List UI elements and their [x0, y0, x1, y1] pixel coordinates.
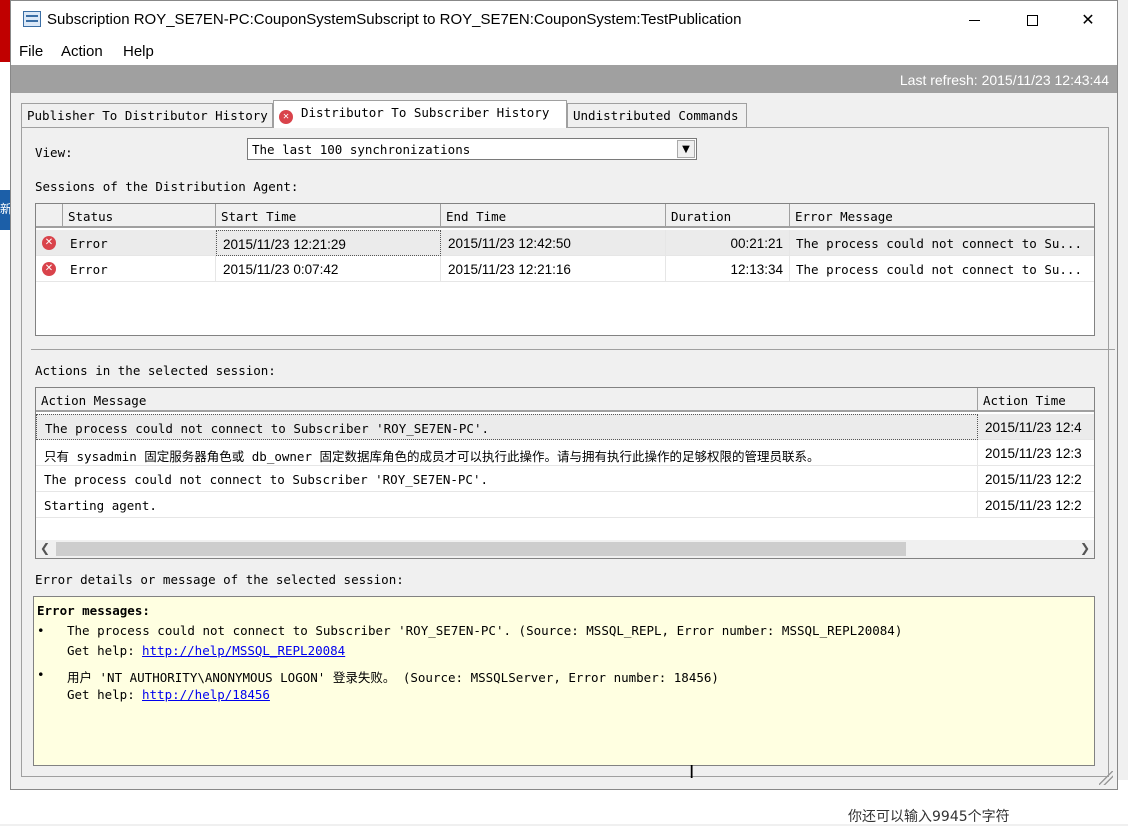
session-row-duration[interactable]: 12:13:34 [666, 256, 790, 282]
error-icon: ✕ [42, 262, 56, 276]
text-cursor-icon: I [689, 762, 695, 783]
action-row-message[interactable]: 只有 sysadmin 固定服务器角色或 db_owner 固定数据库角色的成员… [36, 440, 978, 466]
column-header-action-message[interactable]: Action Message [36, 388, 978, 412]
session-row-error-message[interactable]: The process could not connect to Su... [790, 230, 1094, 256]
help-link[interactable]: http://help/MSSQL_REPL20084 [142, 643, 345, 658]
view-label: View: [35, 145, 73, 160]
bullet: • [37, 667, 45, 682]
action-row-message[interactable]: The process could not connect to Subscri… [36, 414, 978, 440]
tab-undistributed-commands[interactable]: Undistributed Commands [567, 103, 747, 127]
maximize-button[interactable] [1009, 1, 1055, 39]
title-bar[interactable]: Subscription ROY_SE7EN-PC:CouponSystemSu… [11, 1, 1117, 39]
bullet: • [37, 623, 45, 638]
maximize-icon [1026, 15, 1038, 26]
error-icon: ✕ [42, 236, 56, 250]
session-row-error-message[interactable]: The process could not connect to Su... [790, 256, 1094, 282]
background-strip [0, 0, 10, 824]
subscription-window: Subscription ROY_SE7EN-PC:CouponSystemSu… [10, 0, 1118, 790]
close-icon: ✕ [1081, 10, 1095, 29]
view-dropdown[interactable]: The last 100 synchronizations ▼ [247, 138, 697, 160]
session-row-start-time[interactable]: 2015/11/23 0:07:42 [216, 256, 441, 282]
background-char-counter: 你还可以输入9945个字符 [848, 809, 1010, 825]
menu-help[interactable]: Help [123, 43, 154, 60]
action-row-time[interactable]: 2015/11/23 12:4 [978, 414, 1094, 440]
error-icon: ✕ [279, 110, 293, 124]
column-header-status[interactable]: Status [63, 204, 216, 228]
view-dropdown-value: The last 100 synchronizations [252, 142, 471, 157]
column-header-start-time[interactable]: Start Time [216, 204, 441, 228]
background-red-block [0, 0, 10, 62]
get-help-label: Get help: [67, 643, 135, 658]
minimize-icon [968, 20, 980, 21]
tab-publisher-to-distributor[interactable]: Publisher To Distributor History [21, 103, 273, 127]
background-blue-block: 新 [0, 190, 12, 230]
app-icon [23, 11, 41, 27]
help-link[interactable]: http://help/18456 [142, 687, 270, 702]
action-row-time[interactable]: 2015/11/23 12:3 [978, 440, 1094, 466]
column-header-indicator [36, 204, 63, 228]
session-row-duration[interactable]: 00:21:21 [666, 230, 790, 256]
tab-label: Publisher To Distributor History [27, 108, 268, 123]
error-messages-heading: Error messages: [37, 603, 150, 618]
action-row-message[interactable]: Starting agent. [36, 492, 978, 518]
scrollbar-thumb[interactable] [56, 542, 906, 556]
tab-distributor-to-subscriber[interactable]: ✕ Distributor To Subscriber History [273, 100, 567, 128]
action-row-message[interactable]: The process could not connect to Subscri… [36, 466, 978, 492]
session-row-end-time[interactable]: 2015/11/23 12:42:50 [441, 230, 666, 256]
details-label: Error details or message of the selected… [35, 572, 404, 587]
scroll-left-icon[interactable]: ❮ [40, 541, 50, 555]
column-header-action-time[interactable]: Action Time [978, 388, 1094, 412]
sessions-grid: Status Start Time End Time Duration Erro… [35, 203, 1095, 336]
last-refresh-text: Last refresh: 2015/11/23 12:43:44 [899, 72, 1109, 88]
dropdown-arrow-icon[interactable]: ▼ [677, 140, 695, 158]
refresh-bar: Last refresh: 2015/11/23 12:43:44 [11, 65, 1117, 93]
column-header-error-message[interactable]: Error Message [790, 204, 1094, 228]
column-header-end-time[interactable]: End Time [441, 204, 666, 228]
get-help-label: Get help: [67, 687, 135, 702]
window-title: Subscription ROY_SE7EN-PC:CouponSystemSu… [47, 11, 742, 28]
scroll-right-icon[interactable]: ❯ [1080, 541, 1090, 555]
session-row-end-time[interactable]: 2015/11/23 12:21:16 [441, 256, 666, 282]
action-row-time[interactable]: 2015/11/23 12:2 [978, 492, 1094, 518]
tab-label: Distributor To Subscriber History [301, 105, 550, 120]
error-details-box[interactable]: Error messages: • The process could not … [33, 596, 1095, 766]
horizontal-scrollbar[interactable]: ❮ ❯ [36, 540, 1094, 558]
actions-grid: Action Message Action Time The process c… [35, 387, 1095, 559]
error-detail-text: 用户 'NT AUTHORITY\ANONYMOUS LOGON' 登录失败。 … [67, 670, 719, 685]
resize-grip[interactable] [1099, 771, 1113, 785]
close-button[interactable]: ✕ [1065, 1, 1111, 39]
session-row-status[interactable]: ✕ Error [36, 256, 216, 282]
menu-bar: File Action Help [11, 39, 1117, 65]
splitter[interactable] [31, 349, 1115, 350]
error-detail-text: The process could not connect to Subscri… [67, 623, 903, 638]
column-header-duration[interactable]: Duration [666, 204, 790, 228]
action-row-time[interactable]: 2015/11/23 12:2 [978, 466, 1094, 492]
sessions-label: Sessions of the Distribution Agent: [35, 179, 299, 194]
actions-label: Actions in the selected session: [35, 363, 276, 378]
session-row-status[interactable]: ✕ Error [36, 230, 216, 256]
session-row-start-time[interactable]: 2015/11/23 12:21:29 [216, 230, 441, 256]
menu-action[interactable]: Action [61, 43, 103, 60]
minimize-button[interactable] [951, 1, 997, 39]
menu-file[interactable]: File [19, 43, 43, 60]
tab-label: Undistributed Commands [573, 108, 739, 123]
